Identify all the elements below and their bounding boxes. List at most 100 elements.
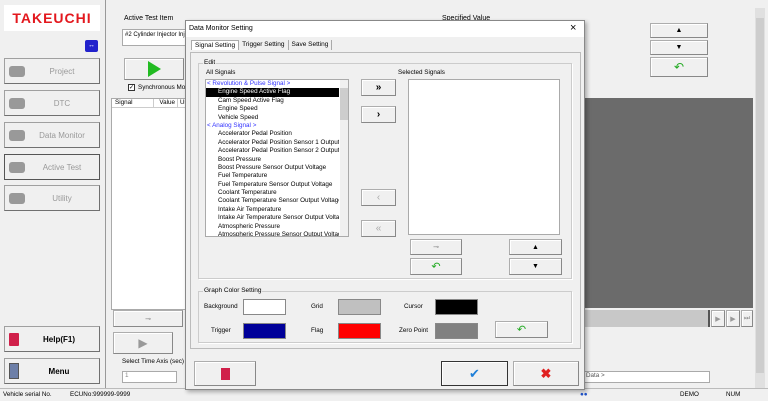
reset-selection-button[interactable]: ↶ <box>410 258 462 275</box>
signal-list-item[interactable]: Boost Pressure <box>206 156 339 164</box>
active-test-item-field[interactable]: #2 Cylinder Injector Inje <box>122 29 192 46</box>
col-value[interactable]: Value <box>154 99 178 107</box>
close-icon[interactable]: × <box>570 22 576 34</box>
selected-signals-list[interactable] <box>408 79 560 235</box>
signal-list-item[interactable]: Intake Air Temperature Sensor Output Vol… <box>206 214 339 222</box>
undo-icon: ↶ <box>431 261 441 273</box>
graph-area <box>580 98 753 308</box>
reset-colors-icon: ↶ <box>516 324 527 336</box>
selected-signals-label: Selected Signals <box>398 69 445 76</box>
signal-list-item[interactable]: Accelerator Pedal Position <box>206 130 339 138</box>
background-color-swatch[interactable] <box>243 299 286 315</box>
cursor-color-swatch[interactable] <box>435 299 478 315</box>
signal-list-item[interactable]: Vehicle Speed <box>206 114 339 122</box>
active-test-item-label: Active Test Item <box>124 15 174 22</box>
play-step-button[interactable]: ▶ <box>711 310 725 327</box>
sidebar-item-data-monitor[interactable]: Data Monitor <box>4 122 100 148</box>
cancel-button[interactable]: ✖ <box>513 361 579 386</box>
play-button[interactable]: ▶ <box>113 332 173 354</box>
signal-list-item[interactable]: Engine Speed <box>206 105 339 113</box>
label: Project <box>49 66 75 76</box>
col-signal[interactable]: Signal <box>112 99 154 107</box>
help-book-icon <box>9 332 19 346</box>
active-test-icon <box>9 161 25 173</box>
sidebar-item-dtc[interactable]: DTC <box>4 90 100 116</box>
graph-scroll-bar[interactable] <box>580 310 710 327</box>
signal-list-item[interactable]: Coolant Temperature <box>206 189 339 197</box>
help-button[interactable]: Help(F1) <box>4 326 100 352</box>
dtc-icon <box>9 97 25 109</box>
connection-icon: ●● <box>580 391 588 398</box>
flag-color-swatch[interactable] <box>338 323 381 339</box>
sidebar-item-active-test[interactable]: Active Test <box>4 154 100 180</box>
menu-icon <box>9 363 19 379</box>
remove-all-button[interactable]: « <box>361 220 396 237</box>
label: Help(F1) <box>43 334 75 344</box>
label: Active Test <box>42 162 82 172</box>
menu-button[interactable]: Menu <box>4 358 100 384</box>
signal-list-item[interactable]: Atmospheric Pressure <box>206 223 339 231</box>
ok-button[interactable]: ✔ <box>441 361 508 386</box>
wrench-icon: ⊸ <box>433 244 439 251</box>
sidebar-item-project[interactable]: Project <box>4 58 100 84</box>
time-axis-label: Select Time Axis (sec) <box>122 358 184 365</box>
takeuchi-logo: TAKEUCHI <box>4 5 100 31</box>
add-all-button[interactable]: » <box>361 79 396 96</box>
tab-trigger-setting[interactable]: Trigger Setting <box>239 40 289 50</box>
move-down-button[interactable]: ▼ <box>509 258 562 275</box>
signal-list-item[interactable]: Fuel Temperature <box>206 172 339 180</box>
up-button[interactable]: ▲ <box>650 23 708 38</box>
sidebar: TAKEUCHI ↔ Project DTC Data Monitor Acti… <box>0 0 106 388</box>
cancel-x-icon: ✖ <box>540 365 552 381</box>
play-marker-button[interactable]: ▶ <box>726 310 740 327</box>
label: Graph Color Setting <box>203 287 263 294</box>
remove-button[interactable]: ‹ <box>361 189 396 206</box>
signal-list-item[interactable]: Atmospheric Pressure Sensor Output Volta… <box>206 231 339 236</box>
tab-bar: Signal Setting Trigger Setting Save Sett… <box>191 40 333 50</box>
checkbox[interactable]: ✓ <box>128 84 135 91</box>
label: Data Monitor <box>39 130 85 140</box>
grid-color-label: Grid <box>311 303 323 310</box>
tab-signal-setting[interactable]: Signal Setting <box>191 40 240 50</box>
signal-list-item[interactable]: Accelerator Pedal Position Sensor 2 Outp… <box>206 147 339 155</box>
play-icon <box>147 61 161 77</box>
list-scrollbar[interactable] <box>340 80 348 236</box>
skip-end-button[interactable]: ⏭ <box>741 310 753 327</box>
add-button[interactable]: › <box>361 106 396 123</box>
grid-color-swatch[interactable] <box>338 299 381 315</box>
tab-save-setting[interactable]: Save Setting <box>289 40 333 50</box>
zero-point-color-swatch[interactable] <box>435 323 478 339</box>
signal-list-item[interactable]: < Revolution & Pulse Signal > <box>206 80 339 88</box>
reset-colors-button[interactable]: ↶ <box>495 321 548 338</box>
help-book-icon <box>220 367 230 380</box>
down-button[interactable]: ▼ <box>650 40 708 55</box>
signal-list-item[interactable]: Cam Speed Active Flag <box>206 97 339 105</box>
signal-list-item[interactable]: Intake Air Temperature <box>206 206 339 214</box>
label: Synchronous Mon <box>138 84 189 91</box>
sync-monitor-checkbox[interactable]: ✓ Synchronous Mon <box>128 84 189 91</box>
signal-list-item[interactable]: Fuel Temperature Sensor Output Voltage <box>206 181 339 189</box>
vertical-scrollbar[interactable] <box>755 8 765 388</box>
label: Edit <box>203 59 217 66</box>
dialog-title: Data Monitor Setting <box>189 25 253 32</box>
signal-list-item[interactable]: Engine Speed Active Flag <box>206 88 339 97</box>
undo-icon: ↶ <box>673 60 685 74</box>
signal-list-item[interactable]: Coolant Temperature Sensor Output Voltag… <box>206 197 339 205</box>
all-signals-list[interactable]: < Revolution & Pulse Signal > Engine Spee… <box>205 79 349 237</box>
data-select[interactable]: Data > <box>583 371 710 383</box>
time-axis-select[interactable]: 1 <box>122 371 177 383</box>
trigger-color-swatch[interactable] <box>243 323 286 339</box>
cursor-color-label: Cursor <box>404 303 423 310</box>
signal-list-item[interactable]: < Analog Signal > <box>206 122 339 130</box>
swap-panel-icon[interactable]: ↔ <box>85 40 98 52</box>
wrench-button[interactable]: ⊸ <box>113 310 183 327</box>
move-up-button[interactable]: ▲ <box>509 239 562 255</box>
label: DTC <box>53 98 71 108</box>
signal-list-item[interactable]: Boost Pressure Sensor Output Voltage <box>206 164 339 172</box>
wrench-setting-button[interactable]: ⊸ <box>410 239 462 255</box>
sidebar-item-utility[interactable]: Utility <box>4 185 100 211</box>
dialog-help-button[interactable] <box>194 361 256 386</box>
reset-button[interactable]: ↶ <box>650 57 708 77</box>
signal-list-item[interactable]: Accelerator Pedal Position Sensor 1 Outp… <box>206 139 339 147</box>
run-button[interactable] <box>124 58 184 80</box>
